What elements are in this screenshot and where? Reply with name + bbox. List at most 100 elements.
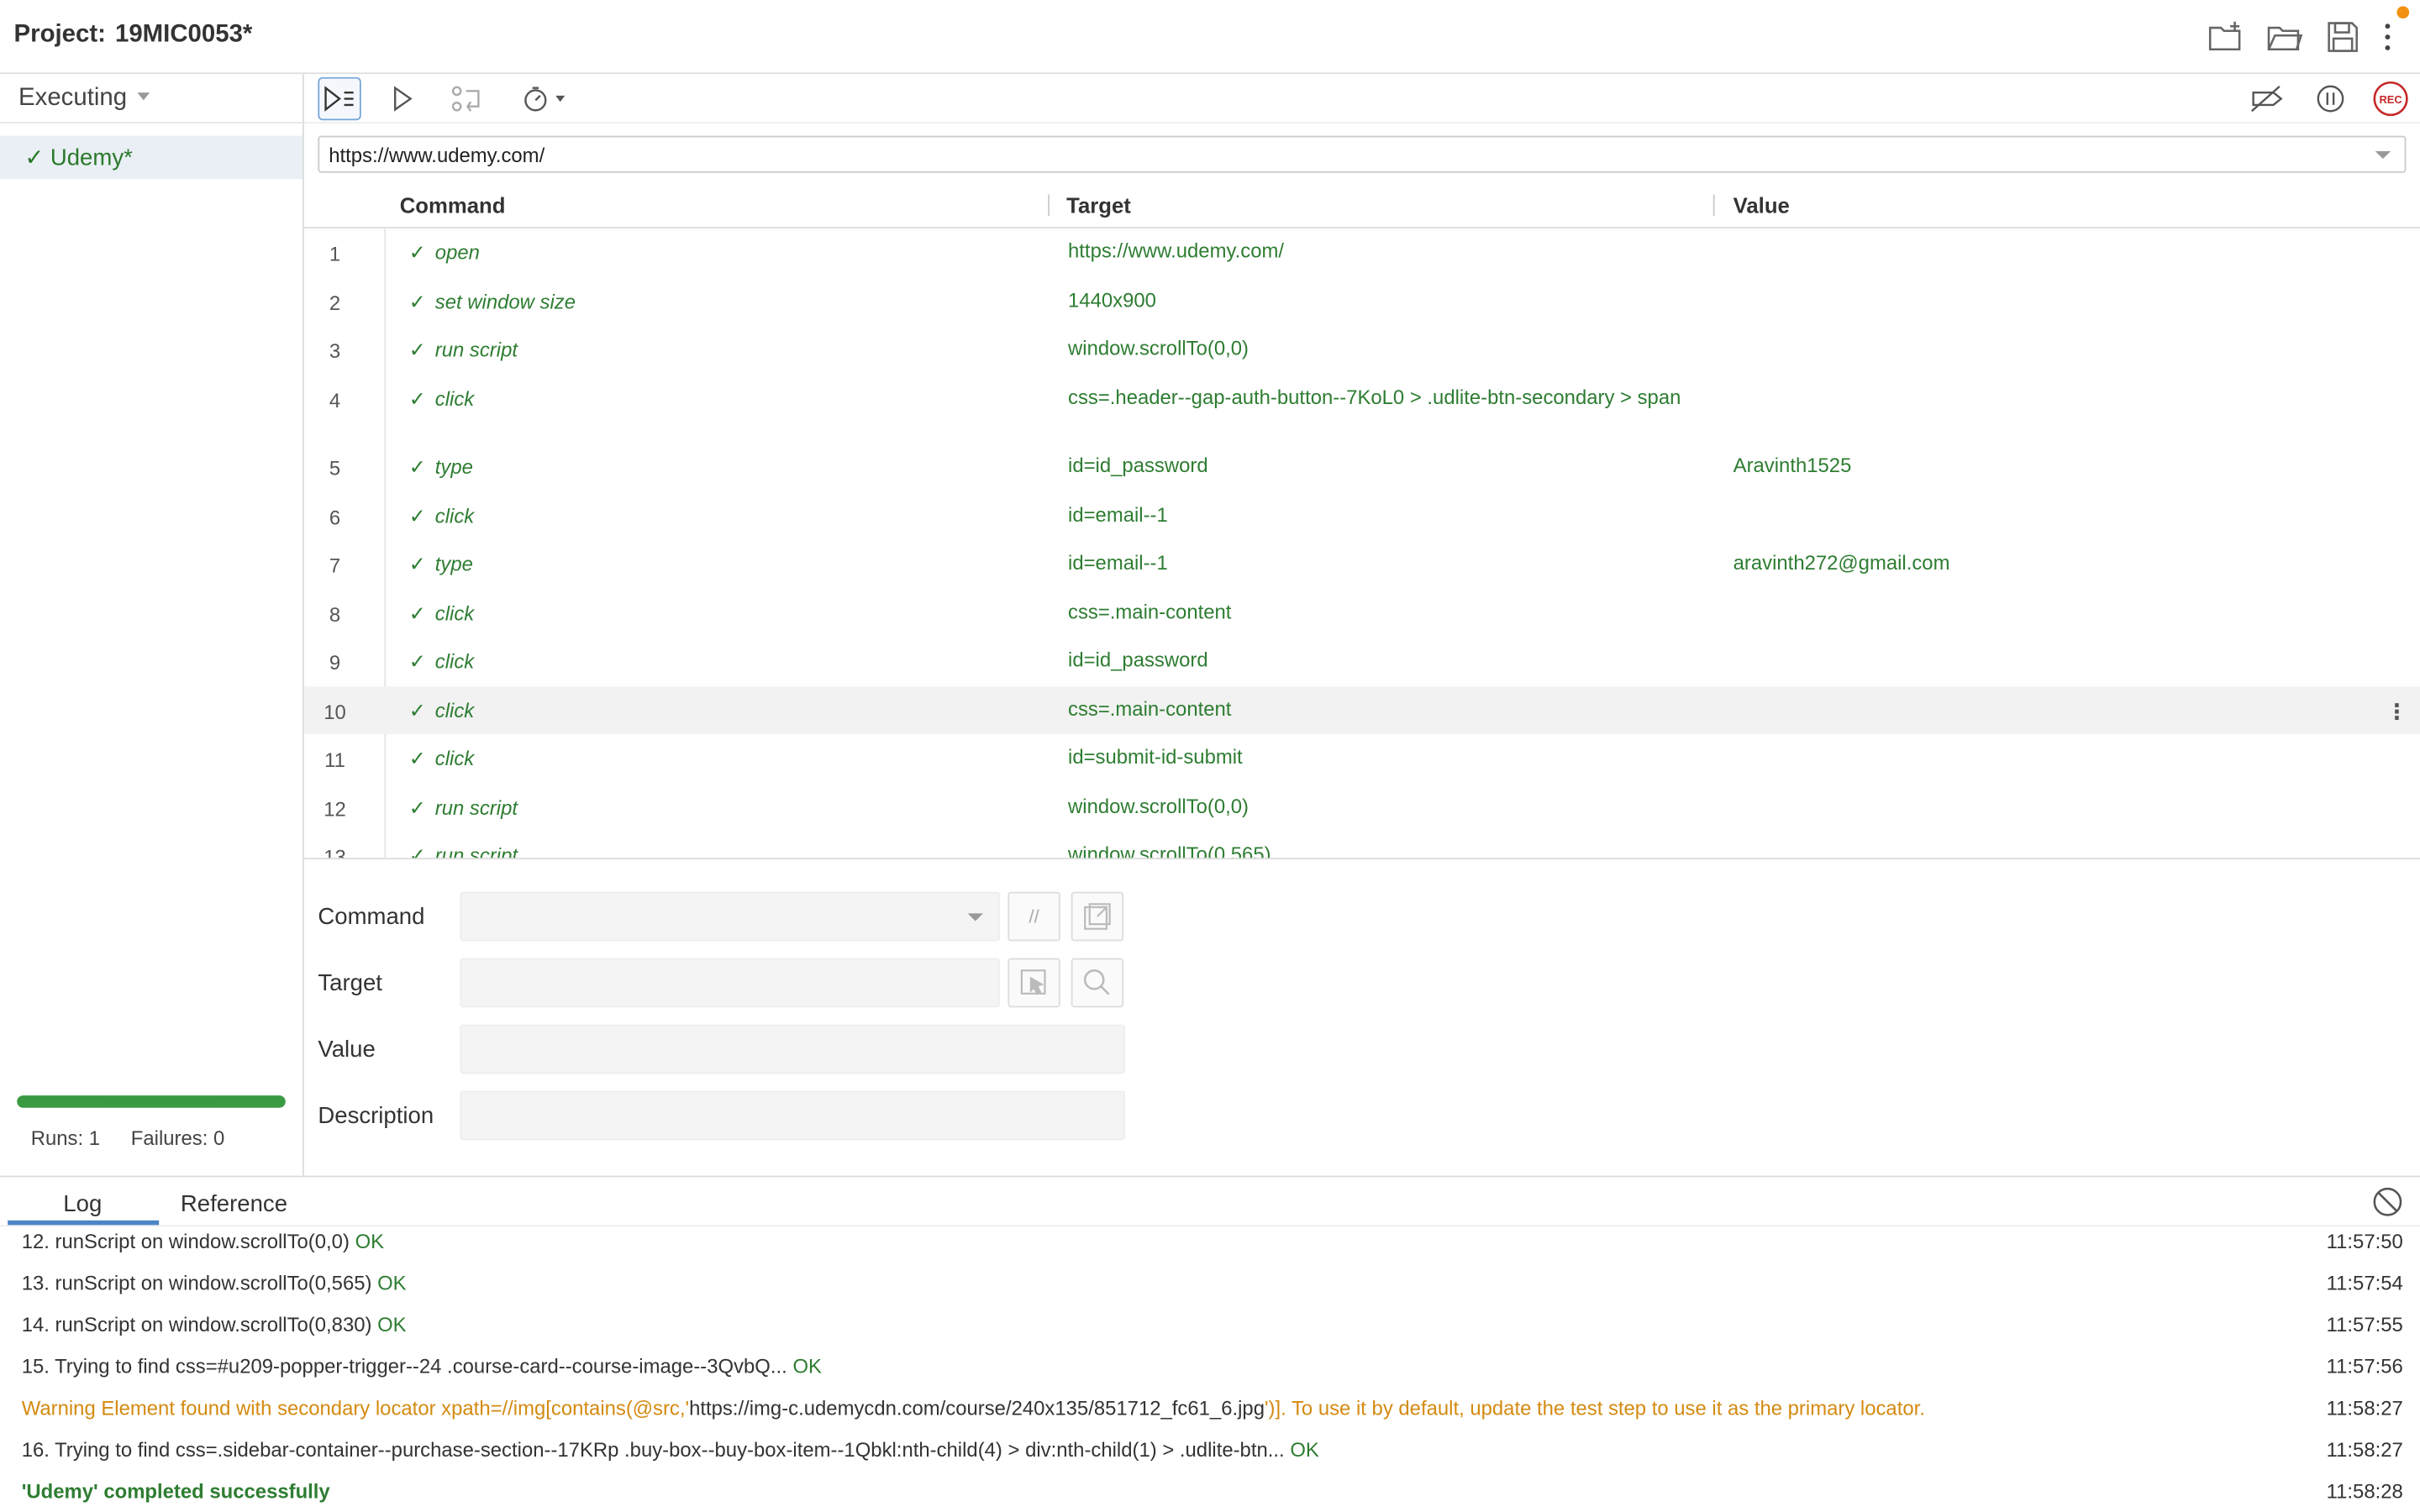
- failures-count: Failures: 0: [130, 1126, 225, 1150]
- table-row[interactable]: 13 ✓ run script window.scrollTo(0,565): [304, 832, 2420, 860]
- run-stats: Runs: 1 Failures: 0: [31, 1126, 225, 1150]
- chevron-down-icon[interactable]: [2375, 150, 2391, 160]
- suite-label: Udemy*: [50, 144, 133, 171]
- row-index: 11: [324, 748, 345, 772]
- log-text: 'Udemy' completed successfully: [21, 1479, 330, 1503]
- table-row[interactable]: 7 ✓ type id=email--1 aravinth272@gmail.com: [304, 540, 2420, 589]
- step-over-button[interactable]: [445, 77, 487, 120]
- check-icon: ✓: [408, 746, 426, 770]
- command-text: click: [434, 601, 475, 624]
- log-status: OK: [377, 1313, 407, 1336]
- command-text: click: [434, 746, 475, 770]
- clear-log-icon[interactable]: [2370, 1185, 2404, 1219]
- row-command: ✓ click: [409, 649, 474, 674]
- target-input[interactable]: [460, 958, 1001, 1008]
- select-target-button[interactable]: [1007, 958, 1060, 1008]
- table-row[interactable]: 2 ✓ set window size 1440x900: [304, 277, 2420, 326]
- command-text: click: [434, 698, 475, 722]
- save-project-icon[interactable]: [2324, 18, 2361, 55]
- log-entry: 12. runScript on window.scrollTo(0,0) OK: [22, 1230, 384, 1253]
- log-text: 16. Trying to find css=.sidebar-containe…: [21, 1437, 1285, 1462]
- comment-button[interactable]: //: [1007, 891, 1060, 942]
- row-command: ✓ click: [409, 601, 474, 625]
- new-project-icon[interactable]: [2207, 18, 2244, 55]
- table-row[interactable]: 3 ✓ run script window.scrollTo(0,0): [304, 326, 2420, 375]
- table-row[interactable]: 12 ✓ run script window.scrollTo(0,0): [304, 783, 2420, 832]
- row-more-icon[interactable]: ⋮: [2386, 698, 2408, 724]
- project-name[interactable]: 19MIC0053*: [115, 22, 252, 48]
- suite-item[interactable]: ✓ Udemy*: [0, 135, 302, 180]
- row-index: 7: [329, 554, 341, 577]
- log-status: OK: [355, 1229, 385, 1253]
- check-icon: ✓: [408, 503, 426, 528]
- command-text: type: [434, 454, 473, 479]
- row-command: ✓ open: [409, 241, 480, 265]
- target-label: Target: [318, 970, 382, 997]
- command-table-body: 1 ✓ open https://www.udemy.com/2 ✓ set window…: [303, 228, 2420, 860]
- description-label: Description: [318, 1103, 434, 1130]
- check-icon: ✓: [408, 698, 426, 722]
- log-text: 13. runScript on window.scrollTo(0,565): [21, 1271, 372, 1295]
- table-row[interactable]: 1 ✓ open https://www.udemy.com/: [304, 228, 2420, 277]
- log-text: 12. runScript on window.scrollTo(0,0): [21, 1229, 350, 1253]
- mode-dropdown[interactable]: Executing: [0, 74, 302, 123]
- chevron-down-icon[interactable]: [967, 913, 983, 921]
- command-select[interactable]: [460, 891, 1001, 942]
- row-target: id=email--1: [1068, 550, 1168, 575]
- row-index: 5: [329, 456, 341, 480]
- row-index: 2: [329, 291, 341, 314]
- row-target: window.scrollTo(0,565): [1068, 842, 1271, 860]
- check-icon: ✓: [408, 843, 426, 860]
- row-value: aravinth272@gmail.com: [1733, 550, 1950, 575]
- table-row[interactable]: 9 ✓ click id=id_password: [304, 638, 2420, 686]
- column-resize-handle[interactable]: [1048, 194, 1050, 217]
- table-row[interactable]: 6 ✓ click id=email--1: [304, 491, 2420, 540]
- table-row[interactable]: 8 ✓ click css=.main-content: [304, 589, 2420, 638]
- table-row[interactable]: 10 ✓ click css=.main-content ⋮: [303, 685, 2420, 735]
- notification-dot: [2396, 6, 2410, 19]
- table-row[interactable]: 11 ✓ click id=submit-id-submit: [304, 734, 2420, 783]
- base-url-combobox[interactable]: [318, 135, 2407, 173]
- log-entry: 16. Trying to find css=.sidebar-containe…: [22, 1438, 1319, 1462]
- record-button[interactable]: REC: [2369, 77, 2412, 120]
- warning-text: Warning Element found with secondary loc…: [21, 1396, 690, 1420]
- run-current-test-button[interactable]: [381, 77, 424, 120]
- search-icon: [1083, 969, 1110, 995]
- base-url-input[interactable]: [319, 137, 2357, 171]
- command-text: set window size: [434, 289, 576, 312]
- column-resize-handle[interactable]: [1712, 194, 1715, 217]
- tab-reference[interactable]: Reference: [181, 1191, 287, 1217]
- row-target: id=submit-id-submit: [1068, 745, 1243, 769]
- command-text: click: [434, 503, 475, 528]
- row-command: ✓ click: [409, 386, 474, 411]
- more-vertical-icon[interactable]: [2374, 18, 2411, 55]
- row-index: 13: [324, 845, 346, 860]
- log-entry: 13. runScript on window.scrollTo(0,565) …: [22, 1271, 407, 1294]
- value-input[interactable]: [460, 1024, 1125, 1074]
- row-command: ✓ type: [409, 553, 473, 577]
- command-text: click: [434, 386, 475, 410]
- description-input[interactable]: [460, 1090, 1125, 1141]
- command-table-header: Command Target Value: [303, 185, 2420, 228]
- command-text: click: [434, 649, 475, 673]
- open-project-icon[interactable]: [2265, 18, 2303, 55]
- log-timestamp: 11:57:50: [2326, 1229, 2403, 1253]
- log-status: OK: [792, 1354, 822, 1378]
- tab-log[interactable]: Log: [63, 1191, 102, 1217]
- find-target-button[interactable]: [1071, 958, 1124, 1008]
- open-reference-button[interactable]: [1071, 891, 1124, 942]
- disable-breakpoints-button[interactable]: [2245, 77, 2288, 120]
- speed-button[interactable]: [517, 77, 572, 120]
- check-icon: ✓: [408, 601, 426, 624]
- column-target: Target: [1066, 192, 1131, 218]
- check-icon: ✓: [408, 454, 426, 479]
- table-row[interactable]: 4 ✓ click css=.header--gap-auth-button--7Ko…: [304, 374, 2420, 442]
- run-all-tests-button[interactable]: [318, 76, 361, 121]
- row-index: 12: [324, 796, 346, 821]
- log-status: OK: [1290, 1437, 1319, 1462]
- command-text: open: [434, 240, 480, 265]
- log-entry: 15. Trying to find css=#u209-popper-trig…: [22, 1355, 822, 1378]
- table-row[interactable]: 5 ✓ type id=id_password Aravinth1525: [304, 443, 2420, 491]
- pause-button[interactable]: [2309, 77, 2352, 120]
- log-timestamp: 11:58:27: [2326, 1437, 2403, 1462]
